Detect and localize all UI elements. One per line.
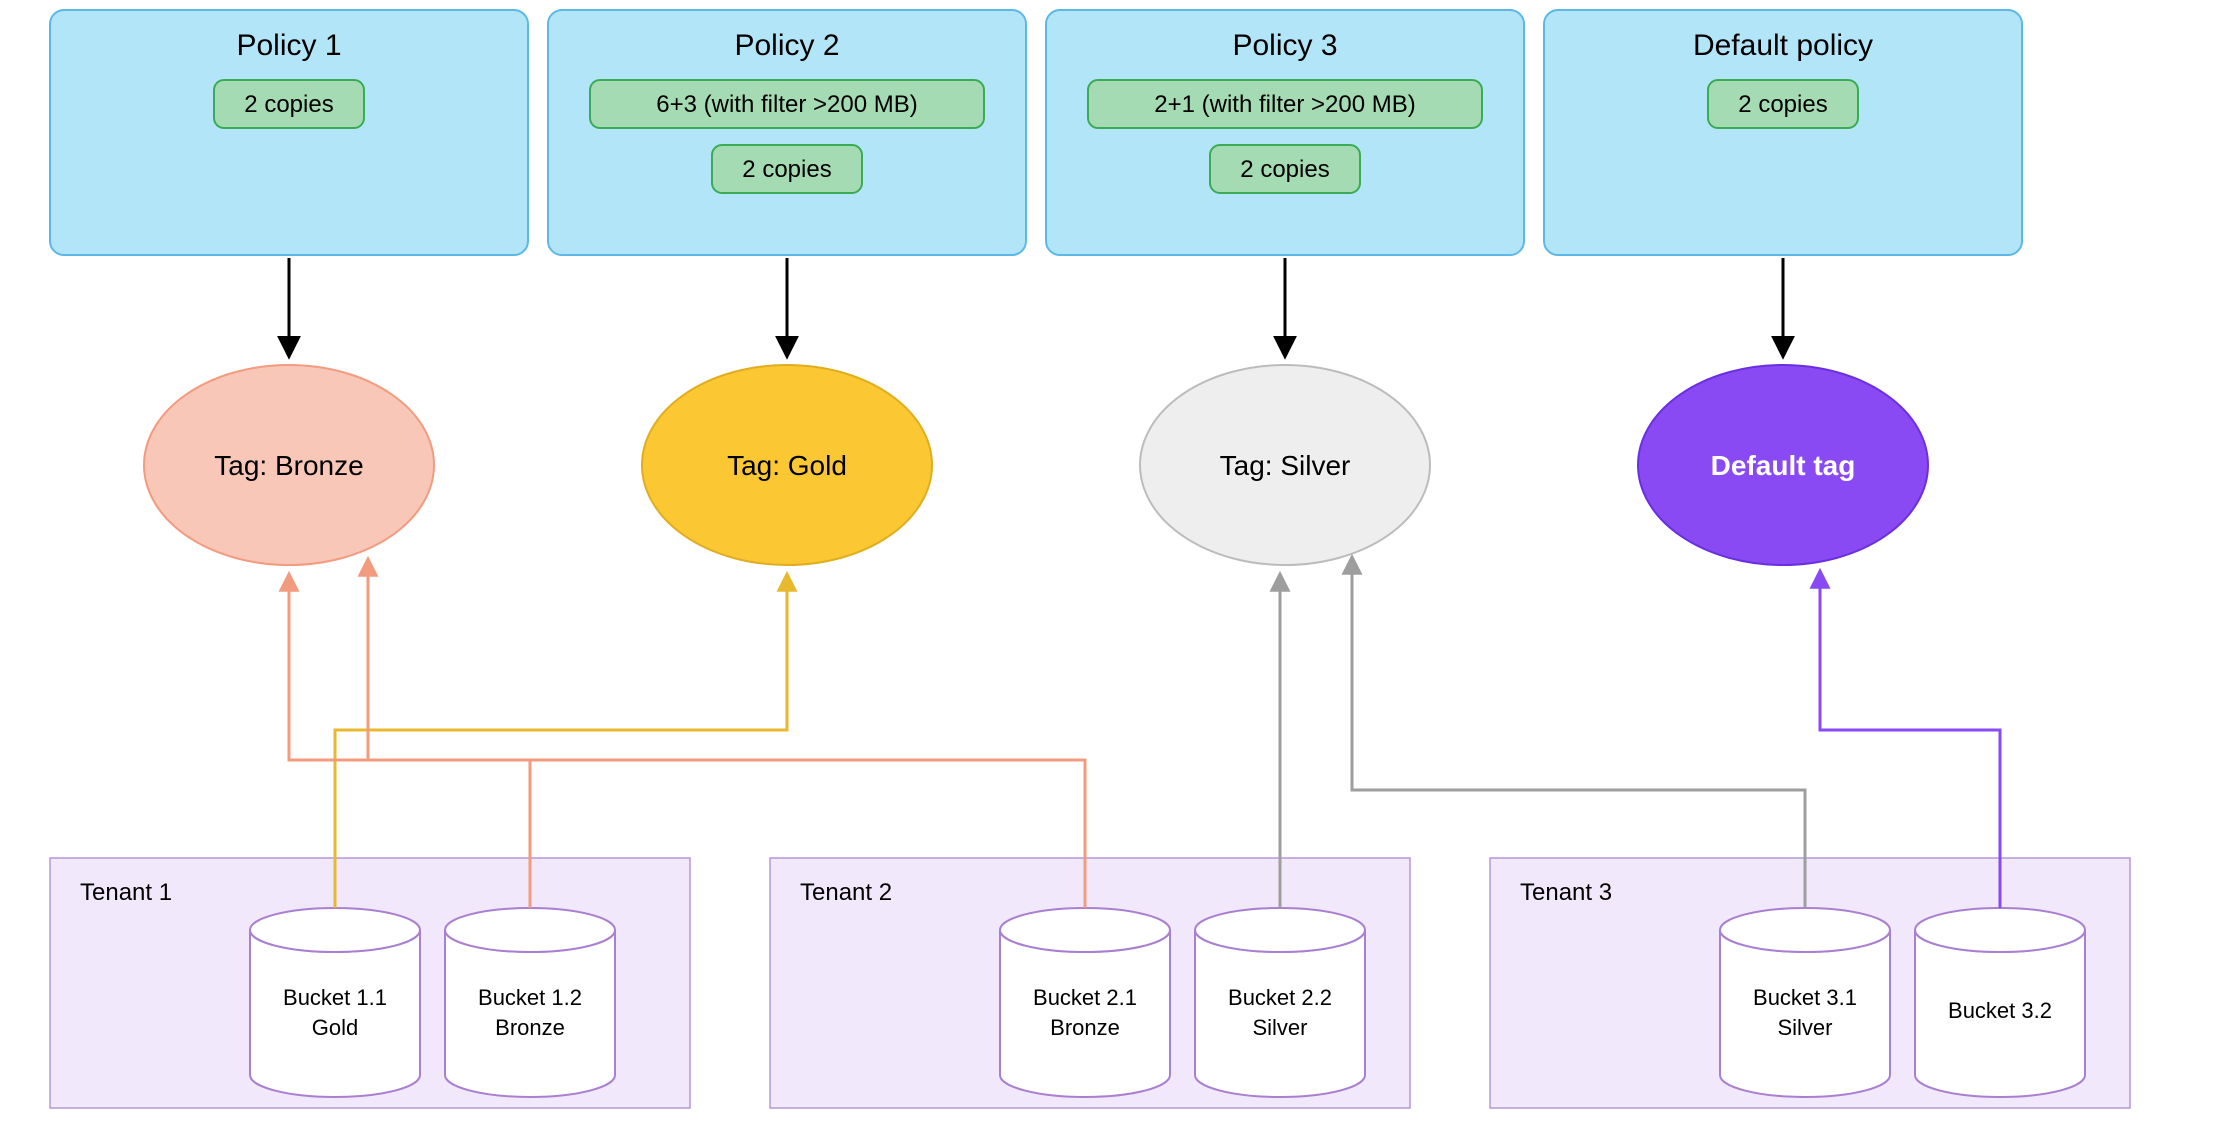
tag-bronze: Tag: Bronze	[144, 365, 434, 565]
policy-rule-2-1: 2 copies	[742, 156, 831, 183]
policy-box-3: Policy 3 2+1 (with filter >200 MB) 2 cop…	[1046, 10, 1524, 255]
tag-silver: Tag: Silver	[1140, 365, 1430, 565]
policy-box-2: Policy 2 6+3 (with filter >200 MB) 2 cop…	[548, 10, 1026, 255]
bucket-3-2: Bucket 3.2	[1915, 908, 2085, 1097]
policy-title-3: Policy 3	[1232, 29, 1337, 62]
svg-text:Bucket 3.1: Bucket 3.1	[1753, 985, 1857, 1010]
svg-text:Bucket 1.2: Bucket 1.2	[478, 985, 582, 1010]
tag-silver-label: Tag: Silver	[1220, 450, 1351, 481]
svg-text:Bronze: Bronze	[1050, 1015, 1120, 1040]
policy-title-1: Policy 1	[236, 29, 341, 62]
policy-title-2: Policy 2	[734, 29, 839, 62]
svg-text:Bucket 2.2: Bucket 2.2	[1228, 985, 1332, 1010]
policy-rule-1-0: 2 copies	[244, 91, 333, 118]
policy-rule-3-1: 2 copies	[1240, 156, 1329, 183]
tag-bronze-label: Tag: Bronze	[214, 450, 363, 481]
policy-rule-default-0: 2 copies	[1738, 91, 1827, 118]
tag-gold: Tag: Gold	[642, 365, 932, 565]
bucket-1-2: Bucket 1.2 Bronze	[445, 908, 615, 1097]
connector-bucket31-silver	[1352, 558, 1805, 908]
tenant-label-3: Tenant 3	[1520, 879, 1612, 906]
svg-text:Gold: Gold	[312, 1015, 358, 1040]
svg-text:Bucket 3.2: Bucket 3.2	[1948, 998, 2052, 1023]
tenant-label-2: Tenant 2	[800, 879, 892, 906]
svg-text:Bucket 2.1: Bucket 2.1	[1033, 985, 1137, 1010]
svg-text:Bucket 1.1: Bucket 1.1	[283, 985, 387, 1010]
policy-rule-2-0: 6+3 (with filter >200 MB)	[656, 91, 917, 118]
policy-box-1: Policy 1 2 copies	[50, 10, 528, 255]
tag-default: Default tag	[1638, 365, 1928, 565]
tag-default-label: Default tag	[1711, 450, 1856, 481]
tag-gold-label: Tag: Gold	[727, 450, 847, 481]
svg-text:Silver: Silver	[1777, 1015, 1832, 1040]
connector-bucket21-bronze	[368, 560, 1085, 908]
policy-title-default: Default policy	[1693, 29, 1873, 62]
bucket-2-1: Bucket 2.1 Bronze	[1000, 908, 1170, 1097]
bucket-1-1: Bucket 1.1 Gold	[250, 908, 420, 1097]
policy-box-default: Default policy 2 copies	[1544, 10, 2022, 255]
policy-rule-3-0: 2+1 (with filter >200 MB)	[1154, 91, 1415, 118]
svg-text:Silver: Silver	[1252, 1015, 1307, 1040]
svg-text:Bronze: Bronze	[495, 1015, 565, 1040]
bucket-2-2: Bucket 2.2 Silver	[1195, 908, 1365, 1097]
tenant-label-1: Tenant 1	[80, 879, 172, 906]
bucket-3-1: Bucket 3.1 Silver	[1720, 908, 1890, 1097]
